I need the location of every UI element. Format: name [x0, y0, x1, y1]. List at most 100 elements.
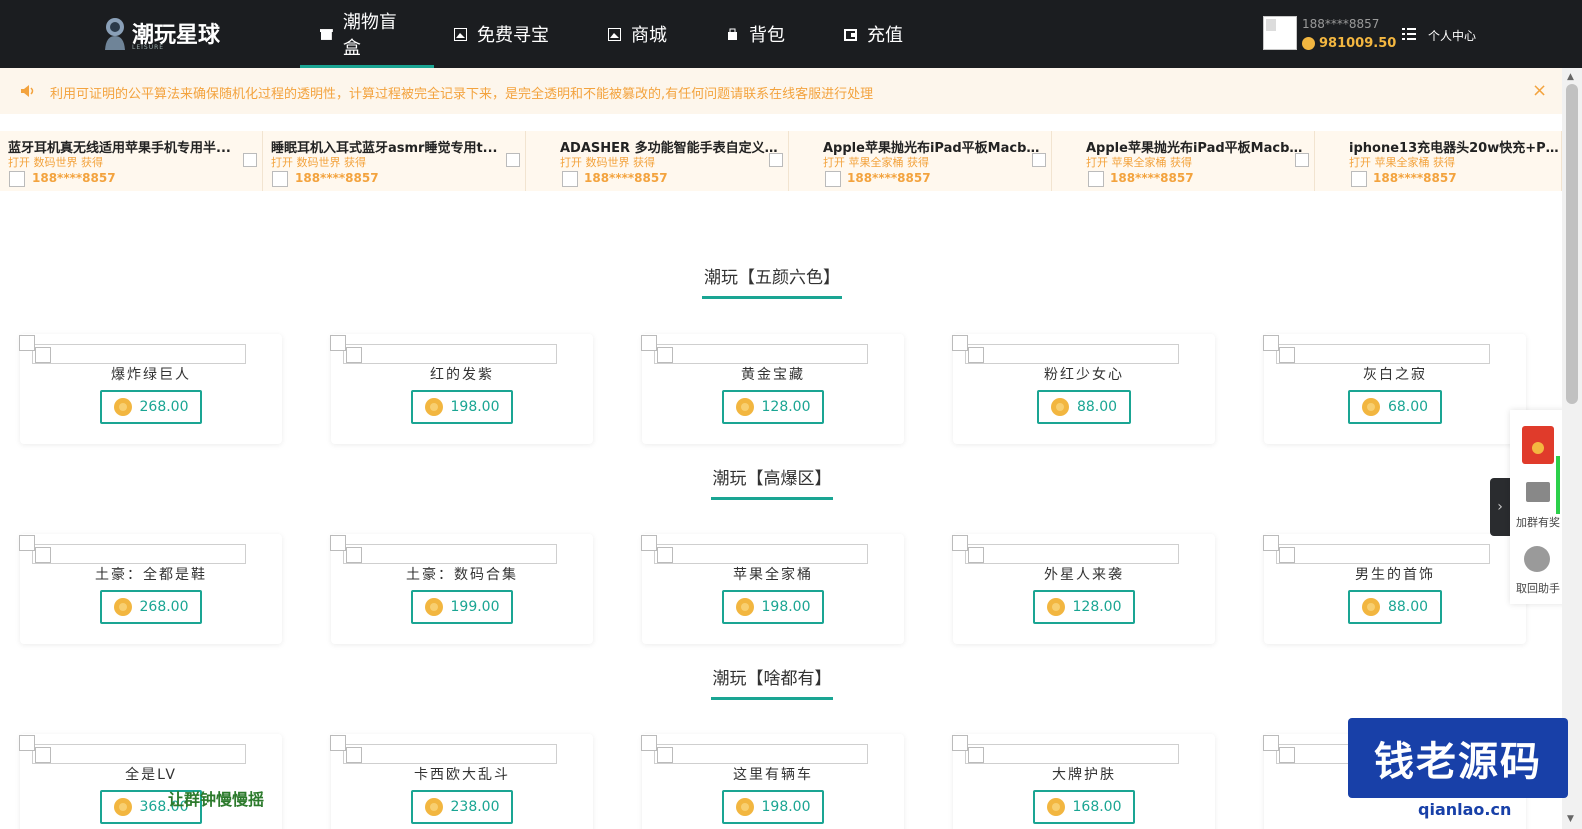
ticker-user: 188****8857 [584, 171, 668, 185]
price-button[interactable]: 268.00 [100, 590, 202, 624]
price-button[interactable]: 128.00 [722, 390, 824, 424]
price-button[interactable]: 198.00 [411, 390, 513, 424]
broken-image-icon [1263, 535, 1490, 564]
ticker-item[interactable]: iphone13充电器头20w快充+PD数... 打开 苹果全家桶 获得 188… [1295, 131, 1562, 191]
broken-image-icon [272, 171, 288, 187]
blind-box-card[interactable]: 男生的首饰 88.00 [1263, 534, 1526, 644]
box-name: 爆炸绿巨人 [111, 367, 191, 383]
blind-box-card[interactable]: 爆炸绿巨人 268.00 [19, 334, 282, 444]
box-name: 大牌护肤 [1052, 767, 1116, 783]
ticker-user: 188****8857 [1373, 171, 1457, 185]
broken-image-icon [769, 153, 783, 167]
nav-backpack[interactable]: 背包 [706, 0, 824, 68]
coin-icon [735, 398, 754, 416]
scroll-down-icon[interactable]: ▼ [1567, 814, 1574, 824]
bag-icon [728, 28, 737, 40]
coin-icon [1050, 398, 1069, 416]
ticker-user: 188****8857 [295, 171, 379, 185]
broken-image-icon [562, 171, 578, 187]
side-accent-bar [1556, 456, 1560, 514]
red-envelope-icon[interactable] [1522, 426, 1554, 464]
coin-icon [1046, 598, 1065, 616]
ticker-item[interactable]: Apple苹果抛光布iPad平板Macboo... 打开 苹果全家桶 获得 18… [769, 131, 1052, 191]
ticker-source: 打开 数码世界 获得 [271, 156, 366, 169]
notice-bar: 利用可证明的公平算法来确保随机化过程的透明性，计算过程被完全记录下来，是完全透明… [0, 68, 1562, 114]
group-icon[interactable] [1526, 482, 1550, 502]
personal-center-link[interactable]: 个人中心 [1428, 27, 1476, 44]
price-button[interactable]: 238.00 [411, 790, 513, 824]
ticker-item[interactable]: 睡眠耳机入耳式蓝牙asmr睡觉专用t... 打开 数码世界 获得 188****… [243, 131, 526, 191]
broken-image-icon [1088, 171, 1104, 187]
box-name: 土豪：数码合集 [406, 567, 518, 583]
coin-icon [735, 798, 754, 816]
price-button[interactable]: 68.00 [1348, 390, 1442, 424]
broken-image-icon [330, 335, 557, 364]
ticker-source: 打开 苹果全家桶 获得 [1086, 156, 1192, 169]
price-button[interactable]: 198.00 [722, 590, 824, 624]
price-button[interactable]: 199.00 [411, 590, 513, 624]
price-button[interactable]: 88.00 [1348, 590, 1442, 624]
ticker-user: 188****8857 [847, 171, 931, 185]
blind-box-card[interactable]: 卡西欧大乱斗 238.00 [330, 734, 593, 829]
blind-box-card[interactable]: 黄金宝藏 128.00 [641, 334, 904, 444]
price-button[interactable]: 128.00 [1033, 590, 1135, 624]
blind-box-card[interactable]: 全是LV 368.00 [19, 734, 282, 829]
ticker-source: 打开 苹果全家桶 获得 [823, 156, 929, 169]
broken-image-icon [454, 27, 467, 41]
broken-image-icon [330, 535, 557, 564]
broken-image-icon [641, 535, 868, 564]
broken-image-icon [1351, 171, 1367, 187]
watermark-logo: 钱老源码 [1348, 718, 1568, 798]
blind-box-card[interactable]: 土豪：全都是鞋 268.00 [19, 534, 282, 644]
broken-image-icon [506, 153, 520, 167]
coin-icon [424, 398, 443, 416]
return-helper-icon[interactable] [1524, 546, 1550, 572]
list-menu-icon[interactable] [1402, 28, 1416, 40]
ticker-item[interactable]: 蓝牙耳机真无线适用苹果手机专用半... 打开 数码世界 获得 188****88… [0, 131, 263, 191]
watermark-domain: qianlao.cn [1418, 800, 1512, 819]
side-collapse-tab[interactable]: › [1490, 478, 1510, 536]
blind-box-card[interactable]: 苹果全家桶 198.00 [641, 534, 904, 644]
scroll-up-icon[interactable]: ▲ [1567, 72, 1574, 82]
ticker-user: 188****8857 [32, 171, 116, 185]
section-title: 潮玩【五颜六色】 [672, 263, 872, 299]
coin-icon [1361, 598, 1380, 616]
coin-icon [1302, 37, 1315, 50]
blind-box-card[interactable]: 粉红少女心 88.00 [952, 334, 1215, 444]
blind-box-card[interactable]: 红的发紫 198.00 [330, 334, 593, 444]
blind-box-card[interactable]: 灰白之寂 68.00 [1263, 334, 1526, 444]
nav-mall[interactable]: 商城 [588, 0, 706, 68]
nav-free-treasure[interactable]: 免费寻宝 [434, 0, 588, 68]
page-root: 潮玩星球 LEISURE 潮物盲盒 免费寻宝 商城 背包 充值 188****8… [0, 0, 1582, 829]
box-name: 卡西欧大乱斗 [414, 767, 510, 783]
blind-box-card[interactable]: 外星人来袭 128.00 [952, 534, 1215, 644]
close-icon[interactable]: × [1532, 80, 1547, 101]
return-helper-label[interactable]: 取回助手 [1510, 580, 1566, 596]
section-title: 潮玩【高爆区】 [672, 464, 872, 500]
blind-box-card[interactable]: 土豪：数码合集 199.00 [330, 534, 593, 644]
page-scrollbar[interactable]: ▲ ▼ [1562, 68, 1582, 829]
nav-blind-box[interactable]: 潮物盲盒 [300, 0, 434, 68]
ticker-item[interactable]: Apple苹果抛光布iPad平板Macboo... 打开 苹果全家桶 获得 18… [1032, 131, 1315, 191]
scroll-thumb[interactable] [1566, 84, 1578, 404]
ticker-user: 188****8857 [1110, 171, 1194, 185]
coin-icon [113, 598, 132, 616]
user-avatar[interactable] [1263, 16, 1297, 50]
price-button[interactable]: 268.00 [100, 390, 202, 424]
broken-image-icon [1032, 153, 1046, 167]
top-header: 潮玩星球 LEISURE 潮物盲盒 免费寻宝 商城 背包 充值 188****8… [0, 0, 1582, 68]
box-name: 这里有辆车 [733, 767, 813, 783]
blind-box-card[interactable]: 这里有辆车 198.00 [641, 734, 904, 829]
ticker-item[interactable]: ADASHER 多功能智能手表自定义表... 打开 数码世界 获得 188***… [506, 131, 789, 191]
box-name: 灰白之寂 [1363, 367, 1427, 383]
box-name: 苹果全家桶 [733, 567, 813, 583]
blind-box-card[interactable]: 大牌护肤 168.00 [952, 734, 1215, 829]
site-logo[interactable]: 潮玩星球 LEISURE [100, 14, 220, 52]
nav-recharge[interactable]: 充值 [824, 0, 942, 68]
join-group-label[interactable]: 加群有奖 [1510, 514, 1566, 530]
price-button[interactable]: 168.00 [1033, 790, 1135, 824]
price-button[interactable]: 198.00 [722, 790, 824, 824]
price-button[interactable]: 88.00 [1037, 390, 1131, 424]
wallet-icon [844, 28, 857, 41]
broken-image-icon [1295, 153, 1309, 167]
